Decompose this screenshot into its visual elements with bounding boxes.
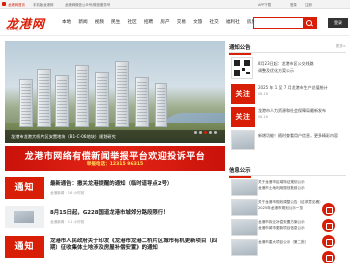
nav-item[interactable]: 本地: [62, 19, 71, 25]
nav-item[interactable]: 民生: [111, 19, 120, 25]
notice-date: 08-16: [258, 115, 268, 119]
nav-item[interactable]: 房产: [160, 19, 169, 25]
notice-tag: 关注: [231, 84, 255, 104]
notice-item[interactable]: 2025 年 1 至 7 月龙港市生产总值统计 08-18: [258, 85, 346, 97]
top-bar: 龙港网首页 手机版龙港网 龙港网微信公众号/微信服务号 APP下载 登录 注册: [0, 0, 350, 9]
news-title[interactable]: 龙港市人民政府关于印发《龙港市龙港二桥片区城市有机更新项目（四期）征收集体土地涉…: [50, 238, 225, 252]
search-icon[interactable]: [303, 18, 316, 28]
slider-dot[interactable]: [204, 131, 207, 134]
building-image: [115, 61, 129, 127]
home-icon[interactable]: [2, 2, 6, 6]
topbar-link-home[interactable]: 龙港网首页: [8, 2, 25, 7]
info-panel-header: 信息公示: [229, 164, 346, 178]
nav-item[interactable]: 社交: [210, 19, 219, 25]
info-panel-title: 信息公示: [229, 166, 251, 178]
notice-date: 08-18: [258, 92, 268, 96]
nav-item[interactable]: 社区: [128, 19, 137, 25]
info-thumbnail: [231, 239, 258, 256]
info-thumbnail: [231, 219, 258, 236]
nav-item[interactable]: 新闻: [78, 19, 87, 25]
news-tag: 通知: [5, 236, 44, 258]
banner-phone: 举报电话：12315 96315: [86, 162, 144, 167]
slider-dot[interactable]: [209, 131, 212, 134]
info-item[interactable]: 龙港市土地利用规划批前公示: [258, 186, 346, 192]
building-image: [155, 83, 167, 127]
building-image: [75, 65, 89, 127]
phone-icon[interactable]: [322, 235, 335, 248]
chat-icon[interactable]: [322, 203, 335, 216]
news-item[interactable]: 8月15日起，G228国道龙港市城郊分路段限行！ 龙港新闻 · 11 小时前: [5, 205, 225, 231]
notice-panel-title: 通知公告: [229, 43, 251, 55]
news-meta: 龙港新闻 · 16 小时前: [50, 191, 85, 195]
topbar-link-app[interactable]: APP下载: [258, 2, 271, 7]
news-thumbnail: [5, 206, 44, 228]
back-to-top-icon[interactable]: [322, 251, 335, 263]
news-item[interactable]: 通知 最新通告：撤关龙港提醒的通知（临时道导点2号） 龙港新闻 · 16 小时前: [5, 176, 225, 202]
topbar-link-login[interactable]: 登录: [290, 2, 297, 7]
site-logo[interactable]: 龙港网 www.lg.cn: [6, 15, 56, 31]
tip-thumbnail: [231, 130, 255, 150]
news-item[interactable]: 通知 龙港市人民政府关于印发《龙港市龙港二桥片区城市有机更新项目（四期）征收集体…: [5, 235, 225, 263]
qr-code-image: [231, 57, 253, 79]
tip-text[interactable]: 新增功能！随时查看用户信息，更多精彩内容: [258, 133, 346, 139]
building-image: [135, 77, 149, 127]
news-meta: 龙港新闻 · 11 小时前: [50, 220, 85, 224]
nav-item[interactable]: 福利社: [226, 19, 240, 25]
info-thumbnail: [231, 199, 258, 216]
building-image: [95, 72, 109, 127]
notice-panel-header: 通知公告 更多>: [229, 41, 346, 55]
building-image: [37, 69, 51, 127]
login-button[interactable]: 登录: [328, 18, 348, 28]
hero-slider[interactable]: 龙港市龙港大桥片区安置地块（B1-C-06地块）规划研究: [5, 41, 225, 143]
slider-dot[interactable]: [199, 131, 202, 134]
slider-dot[interactable]: [194, 131, 197, 134]
building-image: [19, 79, 33, 127]
main-nav: 本地新闻视频民生社区招聘房产交易文旅社交福利社房屋号: [62, 19, 268, 25]
slider-dots: [192, 119, 217, 138]
nav-item[interactable]: 招聘: [144, 19, 153, 25]
info-thumbnail: [231, 179, 258, 196]
topbar-link-mobile[interactable]: 手机版龙港网: [33, 2, 53, 7]
qr-caption[interactable]: 8月23日起：龙港市区公交线路: [258, 61, 346, 67]
report-banner[interactable]: 龙港市网络有偿新闻举报平台欢迎投诉平台 举报电话：12315 96315: [5, 146, 225, 171]
topbar-link-wechat[interactable]: 龙港网微信公众号/微信服务号: [65, 2, 110, 7]
notice-item[interactable]: 龙港市人力资源和社会保障局最新发布 08-16: [258, 108, 346, 120]
share-icon[interactable]: [322, 219, 335, 232]
search-box[interactable]: [253, 17, 317, 29]
building-image: [55, 75, 69, 127]
topbar-link-register[interactable]: 注册: [305, 2, 312, 7]
qr-caption[interactable]: 调整及优化方案公示: [258, 68, 346, 74]
nav-item[interactable]: 交易: [177, 19, 186, 25]
more-link[interactable]: 更多>: [336, 44, 346, 49]
news-title[interactable]: 8月15日起，G228国道龙港市城郊分路段限行！: [50, 208, 225, 216]
notice-tag: 关注: [231, 107, 255, 127]
nav-item[interactable]: 文旅: [193, 19, 202, 25]
slider-dot[interactable]: [214, 131, 217, 134]
nav-item[interactable]: 视频: [95, 19, 104, 25]
info-item[interactable]: 关于龙港市区域特征规划公示: [258, 180, 346, 186]
news-title[interactable]: 最新通告：撤关龙港提醒的通知（临时道导点2号）: [50, 179, 225, 187]
news-tag: 通知: [5, 177, 44, 199]
header: 龙港网 www.lg.cn 本地新闻视频民生社区招聘房产交易文旅社交福利社房屋号…: [0, 9, 350, 36]
